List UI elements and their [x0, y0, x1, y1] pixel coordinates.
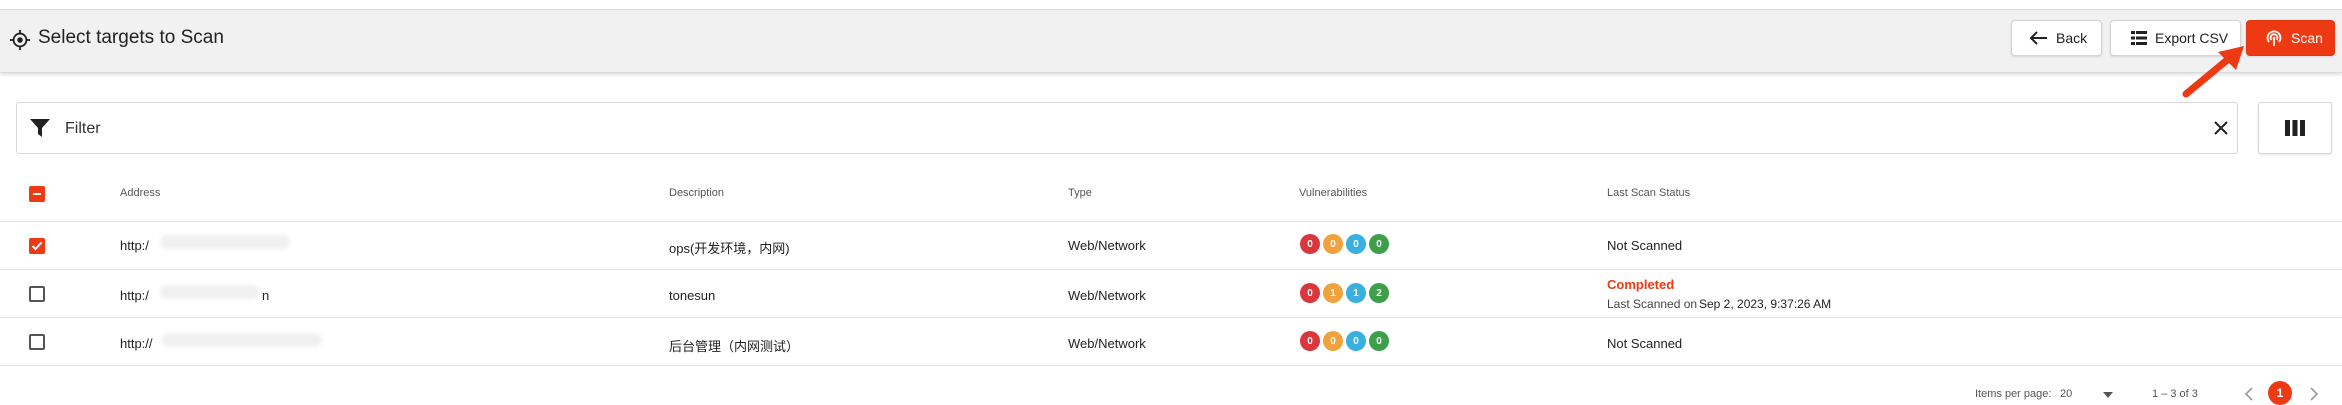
top-edge — [0, 0, 2342, 10]
description-cell: tonesun — [669, 288, 716, 303]
row-checkbox[interactable] — [29, 238, 45, 254]
medium-count-badge: 1 — [1346, 283, 1366, 303]
description-cell: 后台管理（内网测试） — [669, 339, 800, 354]
medium-count-badge: 0 — [1346, 234, 1366, 254]
vulnerability-badges: 0 0 0 0 — [1300, 331, 1392, 351]
page-title: Select targets to Scan — [38, 27, 224, 48]
filter-label: Filter — [65, 120, 101, 137]
scan-status-cell: Not Scanned — [1607, 238, 1683, 253]
select-all-checkbox[interactable] — [29, 186, 45, 202]
medium-count-badge: 0 — [1346, 331, 1366, 351]
critical-count-badge: 0 — [1300, 283, 1320, 303]
items-per-page-label: Items per page: — [1975, 388, 2052, 400]
address-cell: http:// — [120, 336, 153, 351]
back-button[interactable]: Back — [2011, 20, 2102, 56]
row-checkbox[interactable] — [29, 334, 45, 350]
pagination-range: 1 – 3 of 3 — [2152, 388, 2198, 400]
items-per-page-value: 20 — [2060, 388, 2073, 400]
type-cell: Web/Network — [1068, 238, 1146, 253]
column-header-description[interactable]: Description — [669, 187, 724, 199]
filter-input[interactable]: Filter — [16, 102, 2238, 154]
annotation-arrow-icon — [2182, 46, 2244, 98]
critical-count-badge: 0 — [1300, 234, 1320, 254]
row-divider — [0, 317, 2342, 318]
table-header-divider — [0, 221, 2342, 222]
table-list-icon — [2131, 31, 2147, 45]
type-cell: Web/Network — [1068, 288, 1146, 303]
redacted-address — [162, 333, 322, 347]
type-cell: Web/Network — [1068, 336, 1146, 351]
items-per-page-select[interactable]: 20 — [2058, 386, 2118, 402]
address-cell: http:/ — [120, 288, 149, 303]
high-count-badge: 0 — [1323, 331, 1343, 351]
indeterminate-icon — [33, 193, 41, 195]
back-button-label: Back — [2056, 30, 2088, 46]
radar-icon — [2266, 30, 2282, 46]
description-cell: ops(开发环境，内网) — [669, 241, 790, 256]
high-count-badge: 1 — [1323, 283, 1343, 303]
column-header-last-scan-status[interactable]: Last Scan Status — [1607, 187, 1690, 199]
scan-button-label: Scan — [2291, 30, 2323, 46]
page-header: Select targets to Scan Back Export CSV S… — [0, 10, 2342, 73]
close-icon[interactable] — [2213, 120, 2229, 136]
chevron-right-icon[interactable] — [2309, 387, 2319, 401]
arrow-left-icon — [2030, 31, 2047, 45]
columns-icon — [2285, 120, 2305, 136]
target-icon — [9, 29, 31, 51]
critical-count-badge: 0 — [1300, 331, 1320, 351]
funnel-icon — [30, 119, 50, 137]
low-count-badge: 2 — [1369, 283, 1389, 303]
redacted-address — [160, 235, 290, 249]
column-header-type[interactable]: Type — [1068, 187, 1092, 199]
address-cell-suffix: n — [262, 288, 270, 303]
column-header-vulnerabilities[interactable]: Vulnerabilities — [1299, 187, 1367, 199]
row-divider — [0, 365, 2342, 366]
last-scanned-label: Last Scanned on — [1607, 297, 1698, 311]
last-scanned-date: Sep 2, 2023, 9:37:26 AM — [1699, 297, 1832, 311]
caret-down-icon — [2103, 392, 2113, 398]
vulnerability-badges: 0 0 0 0 — [1300, 234, 1392, 254]
row-divider — [0, 269, 2342, 270]
column-header-address[interactable]: Address — [120, 187, 160, 199]
vulnerability-badges: 0 1 1 2 — [1300, 283, 1392, 303]
chevron-left-icon[interactable] — [2244, 387, 2254, 401]
scan-status-cell: Completed — [1607, 277, 1675, 292]
low-count-badge: 0 — [1369, 234, 1389, 254]
scan-button[interactable]: Scan — [2246, 20, 2335, 56]
page-1-button[interactable]: 1 — [2268, 381, 2292, 405]
column-toggle-button[interactable] — [2258, 102, 2332, 154]
high-count-badge: 0 — [1323, 234, 1343, 254]
low-count-badge: 0 — [1369, 331, 1389, 351]
scan-status-cell: Not Scanned — [1607, 336, 1683, 351]
address-cell: http:/ — [120, 238, 149, 253]
row-checkbox[interactable] — [29, 286, 45, 302]
checkmark-icon — [31, 241, 43, 251]
redacted-address — [160, 285, 260, 299]
